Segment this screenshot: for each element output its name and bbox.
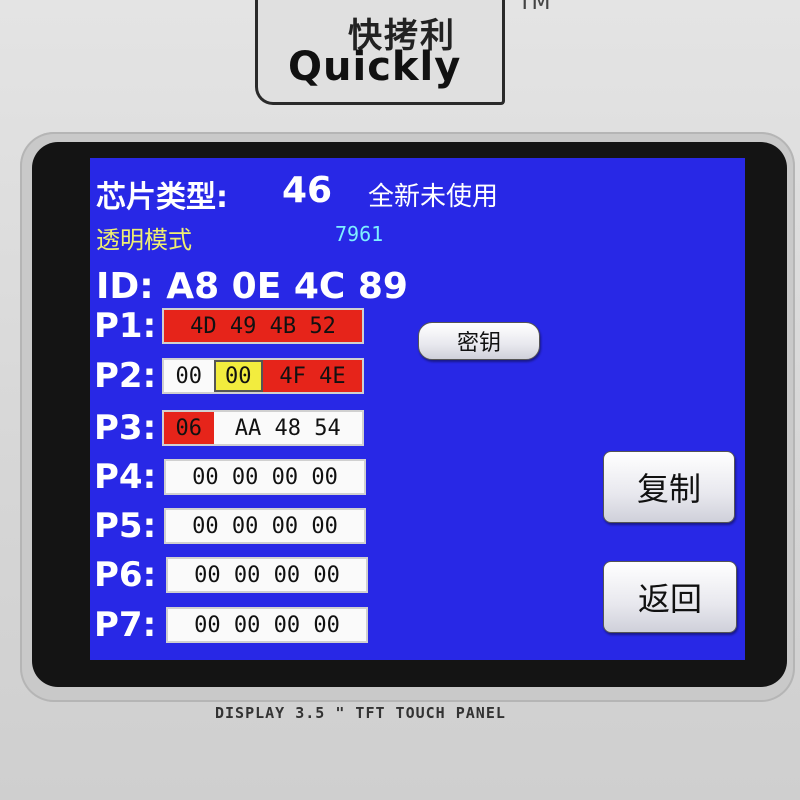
row-data-p5: 00 00 00 00 — [164, 508, 366, 544]
byte-cell: 00 00 00 00 — [168, 609, 366, 641]
trademark-mark: TM — [518, 0, 551, 15]
byte-cell: 00 00 00 00 — [168, 559, 366, 591]
row-label-p2: P2: — [94, 356, 157, 396]
chip-status: 全新未使用 — [368, 182, 499, 212]
display-caption: DISPLAY 3.5 " TFT TOUCH PANEL — [215, 704, 506, 722]
chip-type-label: 芯片类型: — [96, 180, 228, 215]
mode-label: 透明模式 — [96, 226, 192, 254]
mode-value: 7961 — [335, 222, 384, 246]
row-data-p1: 4D 49 4B 52 — [162, 308, 364, 344]
row-label-p6: P6: — [94, 555, 157, 595]
byte-cell: 00 — [164, 360, 214, 392]
brand-logo: 快拷利 Quickly — [255, 0, 505, 105]
row-label-p5: P5: — [94, 506, 157, 546]
byte-cell: 06 — [164, 412, 214, 444]
row-label-p3: P3: — [94, 408, 157, 448]
row-data-p2: 00 00 4F 4E — [162, 358, 364, 394]
byte-cell: 4D 49 4B 52 — [164, 310, 362, 342]
row-data-p4: 00 00 00 00 — [164, 459, 366, 495]
copy-button[interactable]: 复制 — [603, 451, 735, 523]
row-label-p1: P1: — [94, 306, 157, 346]
row-data-p7: 00 00 00 00 — [166, 607, 368, 643]
row-label-p7: P7: — [94, 605, 157, 645]
key-button[interactable]: 密钥 — [418, 322, 540, 360]
chip-id: ID: A8 0E 4C 89 — [96, 266, 408, 307]
row-data-p3: 06 AA 48 54 — [162, 410, 364, 446]
byte-cell: 4F 4E — [263, 360, 362, 392]
byte-cell: AA 48 54 — [213, 412, 362, 444]
back-button[interactable]: 返回 — [603, 561, 737, 633]
chip-type-value: 46 — [282, 170, 333, 211]
byte-cell: 00 00 00 00 — [166, 461, 364, 493]
byte-cell: 00 — [213, 360, 263, 392]
logo-english-text: Quickly — [288, 44, 462, 90]
tft-screen: 芯片类型: 46 全新未使用 透明模式 7961 ID: A8 0E 4C 89… — [90, 158, 745, 660]
row-label-p4: P4: — [94, 457, 157, 497]
row-data-p6: 00 00 00 00 — [166, 557, 368, 593]
byte-cell: 00 00 00 00 — [166, 510, 364, 542]
